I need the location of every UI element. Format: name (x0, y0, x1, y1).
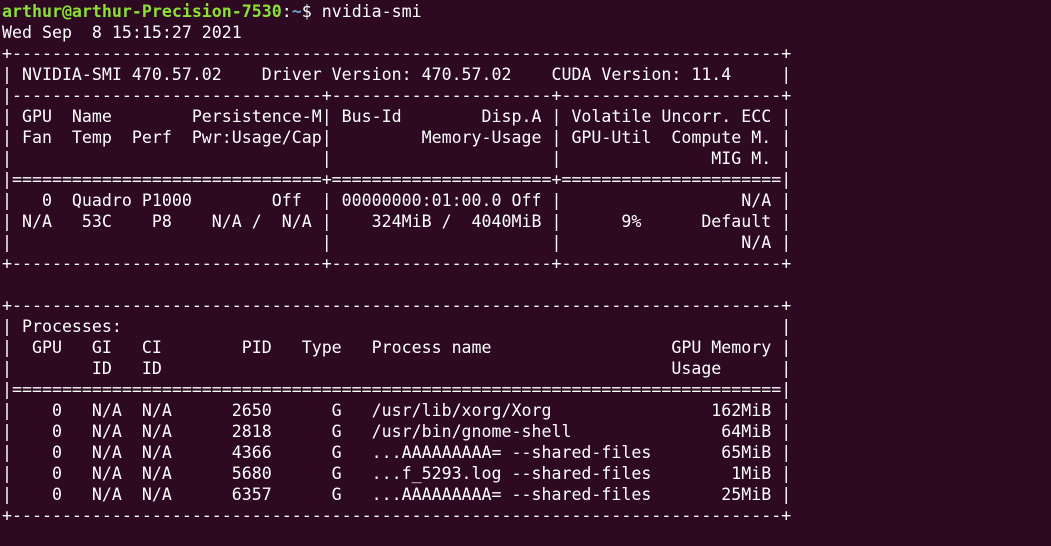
output-line: | N/A 53C P8 N/A / N/A | 324MiB / 4040Mi… (2, 212, 792, 231)
output-line: +-------------------------------+-------… (2, 254, 792, 273)
output-line: | Fan Temp Perf Pwr:Usage/Cap| Memory-Us… (2, 128, 792, 147)
output-line: | 0 Quadro P1000 Off | 00000000:01:00.0 … (2, 191, 792, 210)
prompt-user-host: arthur@arthur-Precision-7530 (2, 2, 282, 21)
output-blank-line (2, 274, 1051, 295)
output-line: | GPU GI CI PID Type Process name GPU Me… (2, 338, 792, 357)
prompt-line: arthur@arthur-Precision-7530:~$ nvidia-s… (2, 1, 1051, 22)
output-line: | NVIDIA-SMI 470.57.02 Driver Version: 4… (2, 65, 792, 84)
output-timestamp: Wed Sep 8 15:15:27 2021 (2, 23, 242, 42)
output-line: | 0 N/A N/A 5680 G ...f_5293.log --share… (2, 464, 792, 483)
output-line: |===============================+=======… (2, 170, 792, 189)
output-line: |-------------------------------+-------… (2, 86, 792, 105)
output-line: | GPU Name Persistence-M| Bus-Id Disp.A … (2, 107, 792, 126)
prompt-colon: : (281, 2, 292, 21)
output-line: +---------------------------------------… (2, 506, 792, 525)
prompt-dollar: $ (301, 2, 312, 21)
output-line: | 0 N/A N/A 2650 G /usr/lib/xorg/Xorg 16… (2, 401, 792, 420)
output-line: | Processes: | (2, 317, 792, 336)
output-line: | ID ID Usage | (2, 359, 792, 378)
nvidia-smi-output: +---------------------------------------… (2, 43, 1051, 526)
output-line: |=======================================… (2, 380, 792, 399)
output-line: +---------------------------------------… (2, 296, 792, 315)
output-line: | 0 N/A N/A 4366 G ...AAAAAAAAA= --share… (2, 443, 792, 462)
output-line: | 0 N/A N/A 2818 G /usr/bin/gnome-shell … (2, 422, 792, 441)
output-line: | | | MIG M. | (2, 149, 792, 168)
prompt-path: ~ (291, 2, 302, 21)
output-line: +---------------------------------------… (2, 44, 792, 63)
command-text: nvidia-smi (311, 2, 422, 21)
output-line: | 0 N/A N/A 6357 G ...AAAAAAAAA= --share… (2, 485, 792, 504)
terminal-window[interactable]: arthur@arthur-Precision-7530:~$ nvidia-s… (0, 0, 1051, 546)
output-line: | | | N/A | (2, 233, 792, 252)
